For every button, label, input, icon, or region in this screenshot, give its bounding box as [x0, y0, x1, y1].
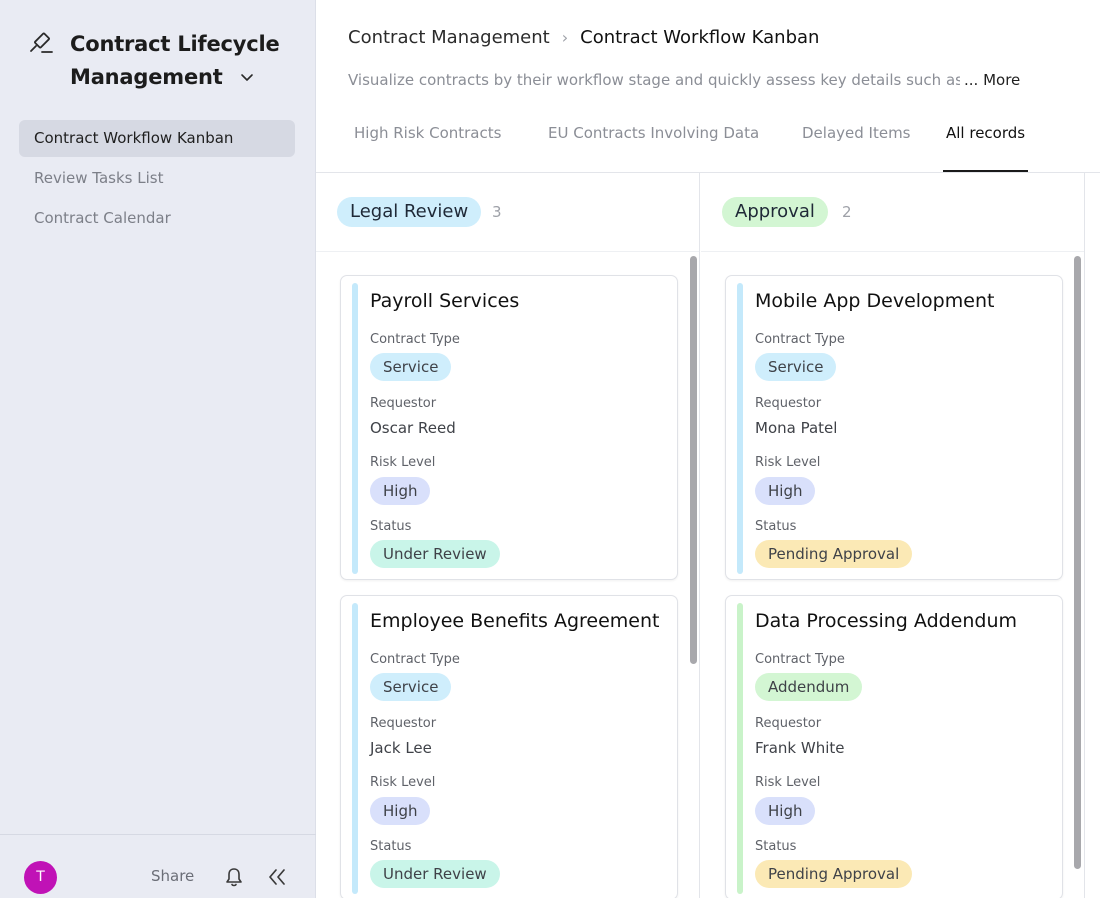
avatar[interactable]: T — [24, 861, 57, 894]
column-header: Legal Review 3 — [316, 173, 699, 252]
status-badge: Under Review — [370, 860, 500, 888]
column-title[interactable]: Approval — [722, 197, 828, 227]
card-color-bar — [737, 283, 743, 574]
contract-type-tag: Service — [370, 673, 452, 701]
requestor-value: Frank White — [755, 739, 845, 757]
breadcrumb: Contract Management › Contract Workflow Ka… — [348, 25, 819, 51]
column-title[interactable]: Legal Review — [337, 197, 482, 227]
app-header[interactable]: Contract Lifecycle Management — [28, 28, 298, 94]
tab-all-records[interactable]: All records — [943, 108, 1029, 172]
breadcrumb-parent[interactable]: Contract Management — [348, 27, 550, 48]
collapse-sidebar-icon[interactable] — [266, 866, 288, 888]
contract-type-tag: Addendum — [755, 673, 863, 701]
page-title: Contract Workflow Kanban — [580, 27, 820, 48]
scrollbar[interactable] — [690, 256, 697, 664]
page-description: Visualize contracts by their workflow st… — [348, 70, 1048, 90]
column-count: 3 — [492, 203, 502, 221]
contract-type-label: Contract Type — [755, 652, 845, 667]
kanban-column-approval: Approval 2 Mobile App Development Contra… — [701, 173, 1085, 898]
gavel-icon — [30, 32, 53, 53]
chevron-down-icon[interactable] — [240, 71, 254, 85]
app-title-line1: Contract Lifecycle — [70, 32, 280, 56]
main-content: Contract Management › Contract Workflow Ka… — [316, 0, 1100, 898]
scrollbar[interactable] — [1074, 256, 1081, 869]
kanban-column-legal-review: Legal Review 3 Payroll Services Contract… — [316, 173, 700, 898]
risk-level-label: Risk Level — [370, 455, 436, 470]
bell-icon[interactable] — [224, 866, 244, 888]
requestor-label: Requestor — [370, 396, 437, 411]
risk-level-label: Risk Level — [755, 455, 821, 470]
requestor-value: Oscar Reed — [370, 419, 456, 437]
contract-card[interactable]: Data Processing Addendum Contract Type A… — [725, 595, 1063, 898]
status-label: Status — [370, 519, 412, 534]
card-title: Employee Benefits Agreement — [370, 610, 660, 632]
view-tabs: High Risk Contracts EU Contracts Involvi… — [316, 108, 1100, 173]
risk-level-tag: High — [755, 477, 816, 505]
contract-type-label: Contract Type — [370, 332, 460, 347]
requestor-value: Mona Patel — [755, 419, 838, 437]
card-color-bar — [352, 603, 358, 894]
status-badge: Pending Approval — [755, 540, 913, 568]
card-title: Payroll Services — [370, 290, 520, 312]
status-label: Status — [370, 839, 412, 854]
risk-level-tag: High — [370, 797, 431, 825]
more-link[interactable]: ... More — [964, 71, 1020, 89]
requestor-label: Requestor — [370, 716, 437, 731]
sidebar-nav: Contract Workflow Kanban Review Tasks Li… — [19, 120, 295, 240]
status-badge: Under Review — [370, 540, 500, 568]
column-count: 2 — [842, 203, 852, 221]
requestor-label: Requestor — [755, 716, 822, 731]
contract-type-tag: Service — [370, 353, 452, 381]
tab-high-risk-contracts[interactable]: High Risk Contracts — [354, 108, 501, 172]
card-color-bar — [737, 603, 743, 894]
risk-level-tag: High — [370, 477, 431, 505]
status-badge: Pending Approval — [755, 860, 913, 888]
requestor-label: Requestor — [755, 396, 822, 411]
tab-delayed-items[interactable]: Delayed Items — [802, 108, 911, 172]
description-text: Visualize contracts by their workflow st… — [348, 71, 960, 89]
sidebar: Contract Lifecycle Management Contract W… — [0, 0, 316, 898]
contract-type-tag: Service — [755, 353, 837, 381]
contract-type-label: Contract Type — [370, 652, 460, 667]
contract-card[interactable]: Mobile App Development Contract Type Ser… — [725, 275, 1063, 580]
status-label: Status — [755, 839, 797, 854]
chevron-right-icon: › — [561, 28, 569, 47]
app-title-line2: Management — [70, 65, 223, 89]
sidebar-footer: T Share — [0, 834, 316, 898]
column-header: Approval 2 — [701, 173, 1084, 252]
requestor-value: Jack Lee — [370, 739, 432, 757]
share-button[interactable]: Share — [151, 867, 194, 885]
risk-level-label: Risk Level — [370, 775, 436, 790]
sidebar-item-review-tasks-list[interactable]: Review Tasks List — [19, 160, 295, 197]
contract-card[interactable]: Employee Benefits Agreement Contract Typ… — [340, 595, 678, 898]
contract-card[interactable]: Payroll Services Contract Type Service R… — [340, 275, 678, 580]
card-title: Mobile App Development — [755, 290, 995, 312]
sidebar-item-contract-workflow-kanban[interactable]: Contract Workflow Kanban — [19, 120, 295, 157]
contract-type-label: Contract Type — [755, 332, 845, 347]
card-color-bar — [352, 283, 358, 574]
app-title: Contract Lifecycle Management — [70, 28, 280, 94]
risk-level-label: Risk Level — [755, 775, 821, 790]
tab-eu-contracts-involving-data[interactable]: EU Contracts Involving Data — [548, 108, 759, 172]
risk-level-tag: High — [755, 797, 816, 825]
card-title: Data Processing Addendum — [755, 610, 1018, 632]
sidebar-item-contract-calendar[interactable]: Contract Calendar — [19, 200, 295, 237]
status-label: Status — [755, 519, 797, 534]
kanban-board: Legal Review 3 Payroll Services Contract… — [316, 173, 1100, 898]
